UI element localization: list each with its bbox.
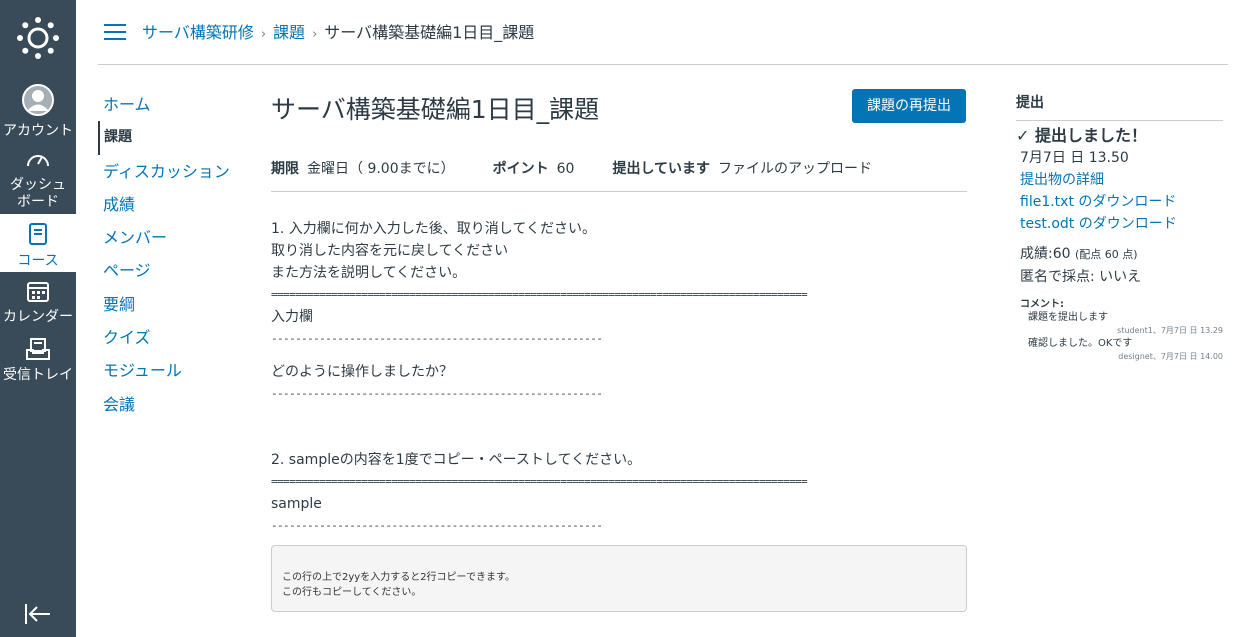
user-avatar-icon xyxy=(0,84,76,121)
submission-heading: 提出 xyxy=(1016,92,1223,121)
calendar-icon xyxy=(0,280,76,307)
submission-status-text: 提出しました！ xyxy=(1034,126,1147,145)
nav-dashboard-label-line1: ダッシュ xyxy=(10,177,66,193)
divider-dashes: ----------------------------------------… xyxy=(271,519,603,532)
assignment-details: 期限 金曜日（ 9.00までに） ポイント 60 提出しています ファイルのアップロード xyxy=(271,158,967,192)
submission-status: ✓ 提出しました！ xyxy=(1016,125,1223,147)
nav-courses[interactable]: コース xyxy=(0,214,76,272)
resubmit-button[interactable]: 課題の再提出 xyxy=(852,89,966,123)
code-block: この行の上で2yyを入力すると2行コピーできます。 この行もコピーしてください。 xyxy=(271,545,967,612)
due-label: 期限 xyxy=(271,161,299,177)
description-line: sample xyxy=(271,496,322,512)
course-nav-conferences[interactable]: 会議 xyxy=(98,388,248,421)
code-line: この行の上で2yyを入力すると2行コピーできます。 xyxy=(282,572,515,583)
nav-account[interactable]: アカウント xyxy=(0,84,76,139)
anonymous-grading: 匿名で採点: いいえ xyxy=(1020,269,1142,285)
download-file1-link[interactable]: file1.txt のダウンロード xyxy=(1020,194,1176,210)
inbox-icon xyxy=(0,338,76,365)
page-title: サーバ構築基礎編1日目_課題 xyxy=(271,95,600,124)
points-value: 60 xyxy=(556,161,575,177)
description-line: どのように操作しましたか？ xyxy=(271,364,453,380)
submission-details-link[interactable]: 提出物の詳細 xyxy=(1020,172,1104,188)
nav-dashboard[interactable]: ダッシュ ボード xyxy=(0,150,76,210)
code-line: この行もコピーしてください。 xyxy=(282,587,422,598)
chevron-right-icon: › xyxy=(260,27,267,42)
download-file2-link[interactable]: test.odt のダウンロード xyxy=(1020,216,1177,232)
nav-dashboard-label-line2: ボード xyxy=(17,194,59,210)
description-line: 入力欄 xyxy=(271,309,313,325)
description-line: 2. sampleの内容を1度でコピー・ペーストしてください。 xyxy=(271,452,642,468)
grade-value: 成績:60 xyxy=(1020,246,1071,262)
submitting-label: 提出しています xyxy=(612,161,711,177)
comment-text: 確認しました。OKです xyxy=(1028,338,1133,349)
nav-account-label: アカウント xyxy=(3,123,73,139)
course-nav-pages[interactable]: ページ xyxy=(98,254,248,287)
checkmark-icon: ✓ xyxy=(1016,126,1030,145)
description-line: また方法を説明してください。 xyxy=(271,265,467,281)
top-bar: サーバ構築研修 › 課題 › サーバ構築基礎編1日目_課題 xyxy=(98,0,1228,65)
dashboard-icon xyxy=(0,150,76,175)
grade-line: 成績:60 (配点 60 点) xyxy=(1020,243,1223,266)
nav-calendar[interactable]: カレンダー xyxy=(0,280,76,328)
courses-icon xyxy=(0,222,76,251)
nav-inbox[interactable]: 受信トレイ xyxy=(0,338,76,386)
course-nav: ホーム 課題 ディスカッション 成績 メンバー ページ 要綱 クイズ モジュール… xyxy=(98,88,248,421)
grade-note: (配点 60 点) xyxy=(1074,248,1138,261)
nav-calendar-label: カレンダー xyxy=(3,309,73,325)
course-nav-quizzes[interactable]: クイズ xyxy=(98,321,248,354)
points-label: ポイント xyxy=(492,161,549,177)
course-nav-grades[interactable]: 成績 xyxy=(98,188,248,221)
collapse-nav-icon[interactable] xyxy=(24,602,52,626)
divider-dashes: ----------------------------------------… xyxy=(271,332,603,345)
comment-text: 課題を提出します xyxy=(1028,312,1108,323)
breadcrumb-course[interactable]: サーバ構築研修 xyxy=(142,23,254,42)
course-nav-modules[interactable]: モジュール xyxy=(98,354,248,387)
nav-inbox-label: 受信トレイ xyxy=(3,367,73,383)
canvas-logo-icon[interactable] xyxy=(16,16,60,60)
breadcrumb-assignments[interactable]: 課題 xyxy=(273,23,305,42)
course-nav-discussions[interactable]: ディスカッション xyxy=(98,155,248,188)
chevron-right-icon: › xyxy=(312,27,318,42)
nav-courses-label: コース xyxy=(17,253,59,269)
course-nav-home[interactable]: ホーム xyxy=(98,88,248,121)
comment-meta: student1、7月7日 日 13.29 xyxy=(1117,326,1223,335)
global-nav: アカウント ダッシュ ボード コース カレンダー 受信トレイ xyxy=(0,0,76,637)
divider-equals: ========================================… xyxy=(271,475,808,488)
submission-date: 7月7日 日 13.50 xyxy=(1020,150,1129,166)
course-nav-assignments[interactable]: 課題 xyxy=(98,121,248,155)
divider-dashes: ----------------------------------------… xyxy=(271,387,603,400)
description-line: 取り消した内容を元に戻してください xyxy=(271,243,509,259)
breadcrumb: サーバ構築研修 › 課題 › サーバ構築基礎編1日目_課題 xyxy=(142,22,534,46)
course-nav-people[interactable]: メンバー xyxy=(98,221,248,254)
comments-heading: コメント: xyxy=(1020,299,1064,310)
submitting-value: ファイルのアップロード xyxy=(718,161,873,177)
hamburger-menu-icon[interactable] xyxy=(104,24,126,41)
assignment-description: 1. 入力欄に何か入力した後、取り消してください。 取り消した内容を元に戻してく… xyxy=(271,218,967,537)
divider-equals: ========================================… xyxy=(271,288,808,301)
description-line: 1. 入力欄に何か入力した後、取り消してください。 xyxy=(271,221,596,237)
course-nav-syllabus[interactable]: 要綱 xyxy=(98,288,248,321)
due-value: 金曜日（ 9.00までに） xyxy=(307,161,455,177)
breadcrumb-current: サーバ構築基礎編1日目_課題 xyxy=(324,23,535,42)
submission-sidebar: 提出 ✓ 提出しました！ 7月7日 日 13.50 提出物の詳細 file1.t… xyxy=(1016,92,1223,363)
comment-meta: designet、7月7日 日 14.00 xyxy=(1118,352,1223,361)
comments-section: コメント: 課題を提出します student1、7月7日 日 13.29 確認し… xyxy=(1016,298,1223,363)
